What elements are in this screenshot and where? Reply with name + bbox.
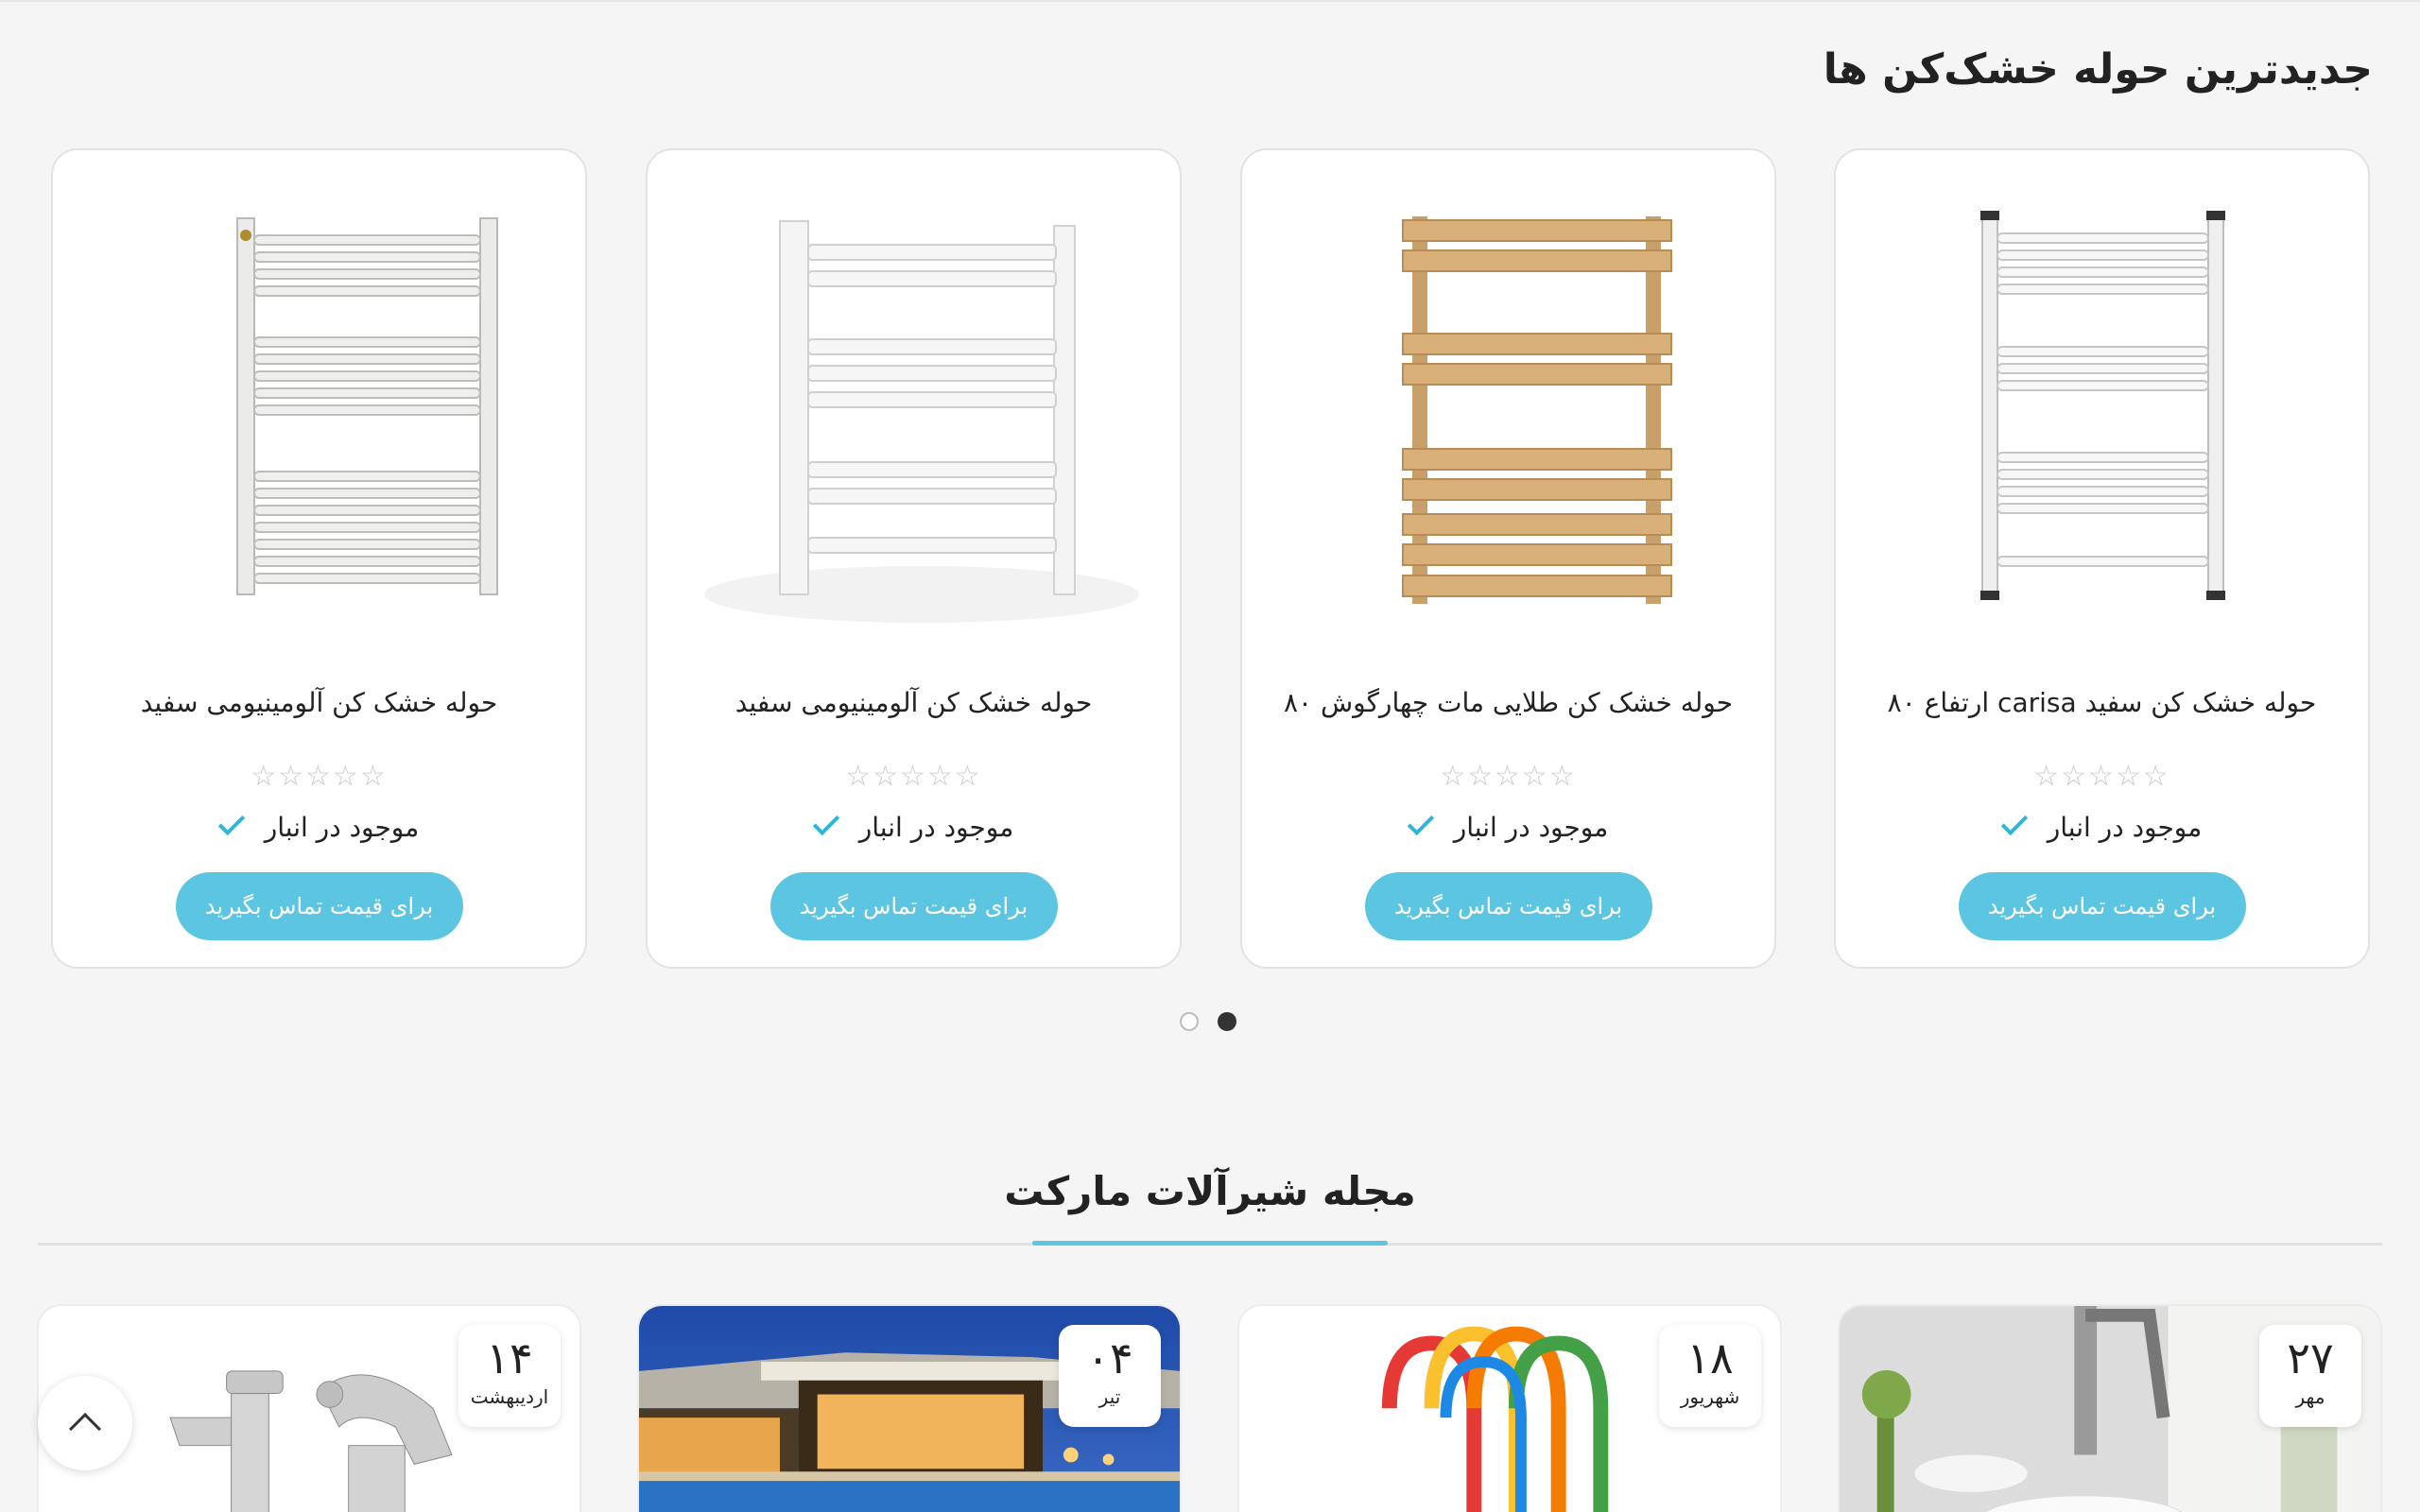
call-for-price-button[interactable]: برای قیمت تماس بگیرید <box>1958 872 2246 940</box>
post-date-badge: ۱۸ شهریور <box>1659 1325 1761 1427</box>
magazine-title: مجله شیرآلات مارکت <box>1004 1168 1416 1214</box>
call-for-price-button[interactable]: برای قیمت تماس بگیرید <box>175 872 463 940</box>
product-card[interactable]: حوله خشک کن سفید carisa ارتفاع ۸۰ ☆☆☆☆☆ … <box>1834 148 2370 969</box>
product-image[interactable] <box>1864 188 2342 632</box>
check-icon <box>812 808 839 836</box>
product-name[interactable]: حوله خشک کن طلایی مات چهارگوش ۸۰ <box>1252 687 1765 718</box>
star-outline-icon: ☆☆☆☆☆ <box>845 760 982 793</box>
top-divider <box>0 0 2420 2</box>
post-date-badge: ۲۷ مهر <box>2259 1325 2361 1427</box>
star-outline-icon: ☆☆☆☆☆ <box>2033 760 2170 793</box>
product-card[interactable]: حوله خشک کن آلومینیومی سفید ☆☆☆☆☆ موجود … <box>51 148 587 969</box>
stock-status: موجود در انبار <box>53 808 585 843</box>
product-image[interactable] <box>676 188 1153 632</box>
blog-post-card[interactable]: ۰۴ تیر <box>637 1304 1182 1512</box>
product-image[interactable] <box>81 188 559 632</box>
call-for-price-button[interactable]: برای قیمت تماس بگیرید <box>1364 872 1652 940</box>
product-card[interactable]: حوله خشک کن آلومینیومی سفید ☆☆☆☆☆ موجود … <box>646 148 1182 969</box>
chevron-up-icon <box>69 1413 101 1445</box>
call-for-price-button[interactable]: برای قیمت تماس بگیرید <box>769 872 1058 940</box>
pagination-dot-2[interactable] <box>1180 1012 1199 1031</box>
check-icon <box>1407 808 1434 836</box>
product-image[interactable] <box>1270 188 1748 632</box>
pagination-dot-1-active[interactable] <box>1218 1012 1236 1031</box>
stock-label: موجود در انبار <box>1453 812 1609 843</box>
stock-status: موجود در انبار <box>1836 808 2368 843</box>
slider-pagination <box>1180 1012 1238 1033</box>
stock-label: موجود در انبار <box>858 812 1014 843</box>
post-month: اردیبهشت <box>470 1385 549 1408</box>
post-day: ۰۴ <box>1086 1332 1133 1383</box>
section-title: جدیدترین حوله خشک‌کن ها <box>1823 45 2373 94</box>
stock-label: موجود در انبار <box>2047 812 2203 843</box>
stock-status: موجود در انبار <box>648 808 1180 843</box>
post-month: مهر <box>2295 1385 2325 1408</box>
post-date-badge: ۰۴ تیر <box>1059 1325 1161 1427</box>
product-card[interactable]: حوله خشک کن طلایی مات چهارگوش ۸۰ ☆☆☆☆☆ م… <box>1240 148 1776 969</box>
product-name[interactable]: حوله خشک کن آلومینیومی سفید <box>657 687 1170 718</box>
check-icon <box>217 808 245 836</box>
stock-status: موجود در انبار <box>1242 808 1774 843</box>
product-name[interactable]: حوله خشک کن آلومینیومی سفید <box>62 687 576 718</box>
post-day: ۱۸ <box>1686 1332 1734 1383</box>
post-date-badge: ۱۴ اردیبهشت <box>458 1325 561 1427</box>
check-icon <box>2000 808 2028 836</box>
product-name[interactable]: حوله خشک کن سفید carisa ارتفاع ۸۰ <box>1845 687 2359 718</box>
post-day: ۱۴ <box>486 1332 533 1383</box>
post-month: تیر <box>1098 1385 1121 1408</box>
stock-label: موجود در انبار <box>264 812 420 843</box>
blog-post-card[interactable]: ۲۷ مهر <box>1838 1304 2382 1512</box>
magazine-title-underline <box>1032 1241 1388 1246</box>
post-month: شهریور <box>1680 1385 1740 1408</box>
scroll-to-top-button[interactable] <box>38 1376 132 1470</box>
star-outline-icon: ☆☆☆☆☆ <box>1440 760 1577 793</box>
blog-post-card[interactable]: ۱۸ شهریور <box>1237 1304 1782 1512</box>
product-carousel: حوله خشک کن سفید carisa ارتفاع ۸۰ ☆☆☆☆☆ … <box>0 148 2420 971</box>
magazine-posts: ۲۷ مهر ۱۸ شهریور ۰۴ تیر ۱۴ اردیبهشت <box>0 1304 2420 1512</box>
post-day: ۲۷ <box>2287 1332 2334 1383</box>
star-outline-icon: ☆☆☆☆☆ <box>251 760 388 793</box>
